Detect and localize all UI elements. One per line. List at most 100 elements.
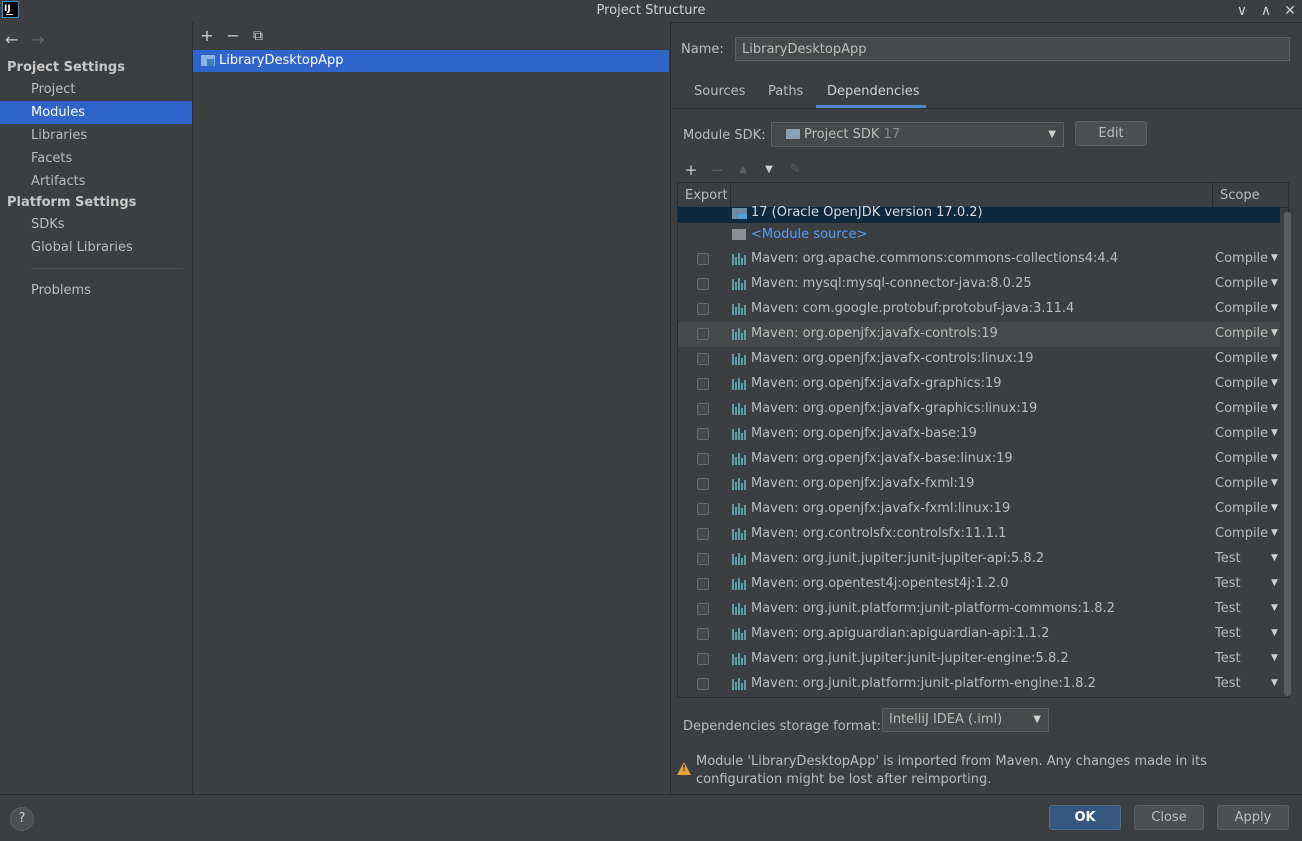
dependency-scope[interactable]: Compile: [1215, 326, 1268, 341]
scope-dropdown-icon[interactable]: ▼: [1271, 453, 1278, 463]
scope-dropdown-icon[interactable]: ▼: [1271, 528, 1278, 538]
vertical-scrollbar[interactable]: [1284, 212, 1291, 696]
nav-item-global-libraries[interactable]: Global Libraries: [0, 236, 192, 259]
table-row[interactable]: Maven: com.google.protobuf:protobuf-java…: [678, 297, 1280, 322]
export-checkbox[interactable]: [697, 528, 709, 540]
table-row[interactable]: <Module source>: [678, 223, 1280, 247]
dependency-scope[interactable]: Test: [1215, 551, 1241, 566]
nav-item-modules[interactable]: Modules: [0, 101, 192, 124]
dependency-scope[interactable]: Test: [1215, 601, 1241, 616]
forward-arrow-icon[interactable]: →: [31, 30, 44, 49]
add-module-icon[interactable]: +: [199, 28, 215, 44]
table-row[interactable]: Maven: org.openjfx:javafx-graphics:linux…: [678, 397, 1280, 422]
table-row[interactable]: Maven: org.openjfx:javafx-graphics:19 Com…: [678, 372, 1280, 397]
table-row[interactable]: Maven: org.junit.jupiter:junit-jupiter-a…: [678, 547, 1280, 572]
scope-dropdown-icon[interactable]: ▼: [1271, 328, 1278, 338]
export-checkbox[interactable]: [697, 303, 709, 315]
maximize-icon[interactable]: ∧: [1256, 1, 1276, 21]
export-checkbox[interactable]: [697, 678, 709, 690]
table-row[interactable]: Maven: org.opentest4j:opentest4j:1.2.0 Te…: [678, 572, 1280, 597]
module-name-field[interactable]: [735, 37, 1290, 61]
scope-dropdown-icon[interactable]: ▼: [1271, 303, 1278, 313]
export-checkbox[interactable]: [697, 553, 709, 565]
table-row[interactable]: Maven: org.openjfx:javafx-fxml:19 Compile…: [678, 472, 1280, 497]
table-row[interactable]: Maven: org.junit.jupiter:junit-jupiter-e…: [678, 647, 1280, 672]
scope-dropdown-icon[interactable]: ▼: [1271, 578, 1278, 588]
export-checkbox[interactable]: [697, 353, 709, 365]
scope-dropdown-icon[interactable]: ▼: [1271, 403, 1278, 413]
scope-dropdown-icon[interactable]: ▼: [1271, 378, 1278, 388]
move-up-icon[interactable]: ▲: [735, 161, 751, 179]
dependency-scope[interactable]: Test: [1215, 676, 1241, 691]
dependency-scope[interactable]: Compile: [1215, 376, 1268, 391]
back-arrow-icon[interactable]: ←: [5, 30, 18, 49]
export-checkbox[interactable]: [697, 328, 709, 340]
table-row[interactable]: Maven: org.openjfx:javafx-fxml:linux:19 C…: [678, 497, 1280, 522]
scope-dropdown-icon[interactable]: ▼: [1271, 353, 1278, 363]
export-checkbox[interactable]: [697, 403, 709, 415]
dependency-scope[interactable]: Compile: [1215, 351, 1268, 366]
nav-item-facets[interactable]: Facets: [0, 147, 192, 170]
scope-dropdown-icon[interactable]: ▼: [1271, 503, 1278, 513]
nav-item-artifacts[interactable]: Artifacts: [0, 170, 192, 193]
table-row[interactable]: Maven: org.junit.platform:junit-platform…: [678, 597, 1280, 622]
tab-paths[interactable]: Paths: [768, 84, 803, 106]
ok-button[interactable]: OK: [1049, 805, 1121, 830]
scope-dropdown-icon[interactable]: ▼: [1271, 478, 1278, 488]
table-row[interactable]: Maven: org.openjfx:javafx-controls:19 Com…: [678, 322, 1280, 347]
table-row[interactable]: 17 (Oracle OpenJDK version 17.0.2): [678, 205, 1280, 223]
table-row[interactable]: Maven: org.openjfx:javafx-controls:linux…: [678, 347, 1280, 372]
remove-dependency-icon[interactable]: −: [709, 161, 725, 179]
edit-dependency-icon[interactable]: ✎: [787, 161, 803, 179]
scope-dropdown-icon[interactable]: ▼: [1271, 278, 1278, 288]
scope-dropdown-icon[interactable]: ▼: [1271, 553, 1278, 563]
add-dependency-icon[interactable]: +: [683, 161, 699, 179]
nav-item-project[interactable]: Project: [0, 78, 192, 101]
module-list-item[interactable]: LibraryDesktopApp: [193, 50, 669, 72]
nav-item-libraries[interactable]: Libraries: [0, 124, 192, 147]
dependency-scope[interactable]: Compile: [1215, 451, 1268, 466]
close-window-icon[interactable]: ✕: [1280, 1, 1300, 21]
dependency-scope[interactable]: Compile: [1215, 301, 1268, 316]
dependency-scope[interactable]: Test: [1215, 576, 1241, 591]
table-row[interactable]: Maven: org.junit.platform:junit-platform…: [678, 672, 1280, 697]
export-checkbox[interactable]: [697, 253, 709, 265]
dependency-scope[interactable]: Compile: [1215, 476, 1268, 491]
remove-module-icon[interactable]: −: [225, 28, 241, 44]
scope-dropdown-icon[interactable]: ▼: [1271, 678, 1278, 688]
apply-button[interactable]: Apply: [1217, 805, 1289, 830]
export-checkbox[interactable]: [697, 578, 709, 590]
dependency-scope[interactable]: Compile: [1215, 426, 1268, 441]
export-checkbox[interactable]: [697, 603, 709, 615]
dependency-scope[interactable]: Test: [1215, 651, 1241, 666]
table-row[interactable]: Maven: org.openjfx:javafx-base:linux:19 C…: [678, 447, 1280, 472]
move-down-icon[interactable]: ▼: [761, 161, 777, 179]
nav-item-sdks[interactable]: SDKs: [0, 213, 192, 236]
table-row[interactable]: Maven: org.apache.commons:commons-collec…: [678, 247, 1280, 272]
export-checkbox[interactable]: [697, 628, 709, 640]
export-checkbox[interactable]: [697, 503, 709, 515]
dependency-scope[interactable]: Test: [1215, 626, 1241, 641]
dependency-scope[interactable]: Compile: [1215, 276, 1268, 291]
export-column-header[interactable]: Export: [685, 188, 728, 203]
export-checkbox[interactable]: [697, 378, 709, 390]
export-checkbox[interactable]: [697, 278, 709, 290]
scope-dropdown-icon[interactable]: ▼: [1271, 628, 1278, 638]
scope-dropdown-icon[interactable]: ▼: [1271, 253, 1278, 263]
export-checkbox[interactable]: [697, 453, 709, 465]
close-button[interactable]: Close: [1134, 805, 1204, 830]
module-sdk-select[interactable]: Project SDK 17 ▼: [771, 122, 1064, 147]
scope-dropdown-icon[interactable]: ▼: [1271, 653, 1278, 663]
table-row[interactable]: Maven: mysql:mysql-connector-java:8.0.25…: [678, 272, 1280, 297]
table-row[interactable]: Maven: org.controlsfx:controlsfx:11.1.1 C…: [678, 522, 1280, 547]
dependency-scope[interactable]: Compile: [1215, 251, 1268, 266]
scope-dropdown-icon[interactable]: ▼: [1271, 603, 1278, 613]
minimize-icon[interactable]: ∨: [1232, 1, 1252, 21]
table-row[interactable]: Maven: org.openjfx:javafx-base:19 Compile…: [678, 422, 1280, 447]
scope-dropdown-icon[interactable]: ▼: [1271, 428, 1278, 438]
dependency-scope[interactable]: Compile: [1215, 501, 1268, 516]
export-checkbox[interactable]: [697, 478, 709, 490]
export-checkbox[interactable]: [697, 428, 709, 440]
nav-item-problems[interactable]: Problems: [0, 279, 192, 302]
dependency-scope[interactable]: Compile: [1215, 401, 1268, 416]
